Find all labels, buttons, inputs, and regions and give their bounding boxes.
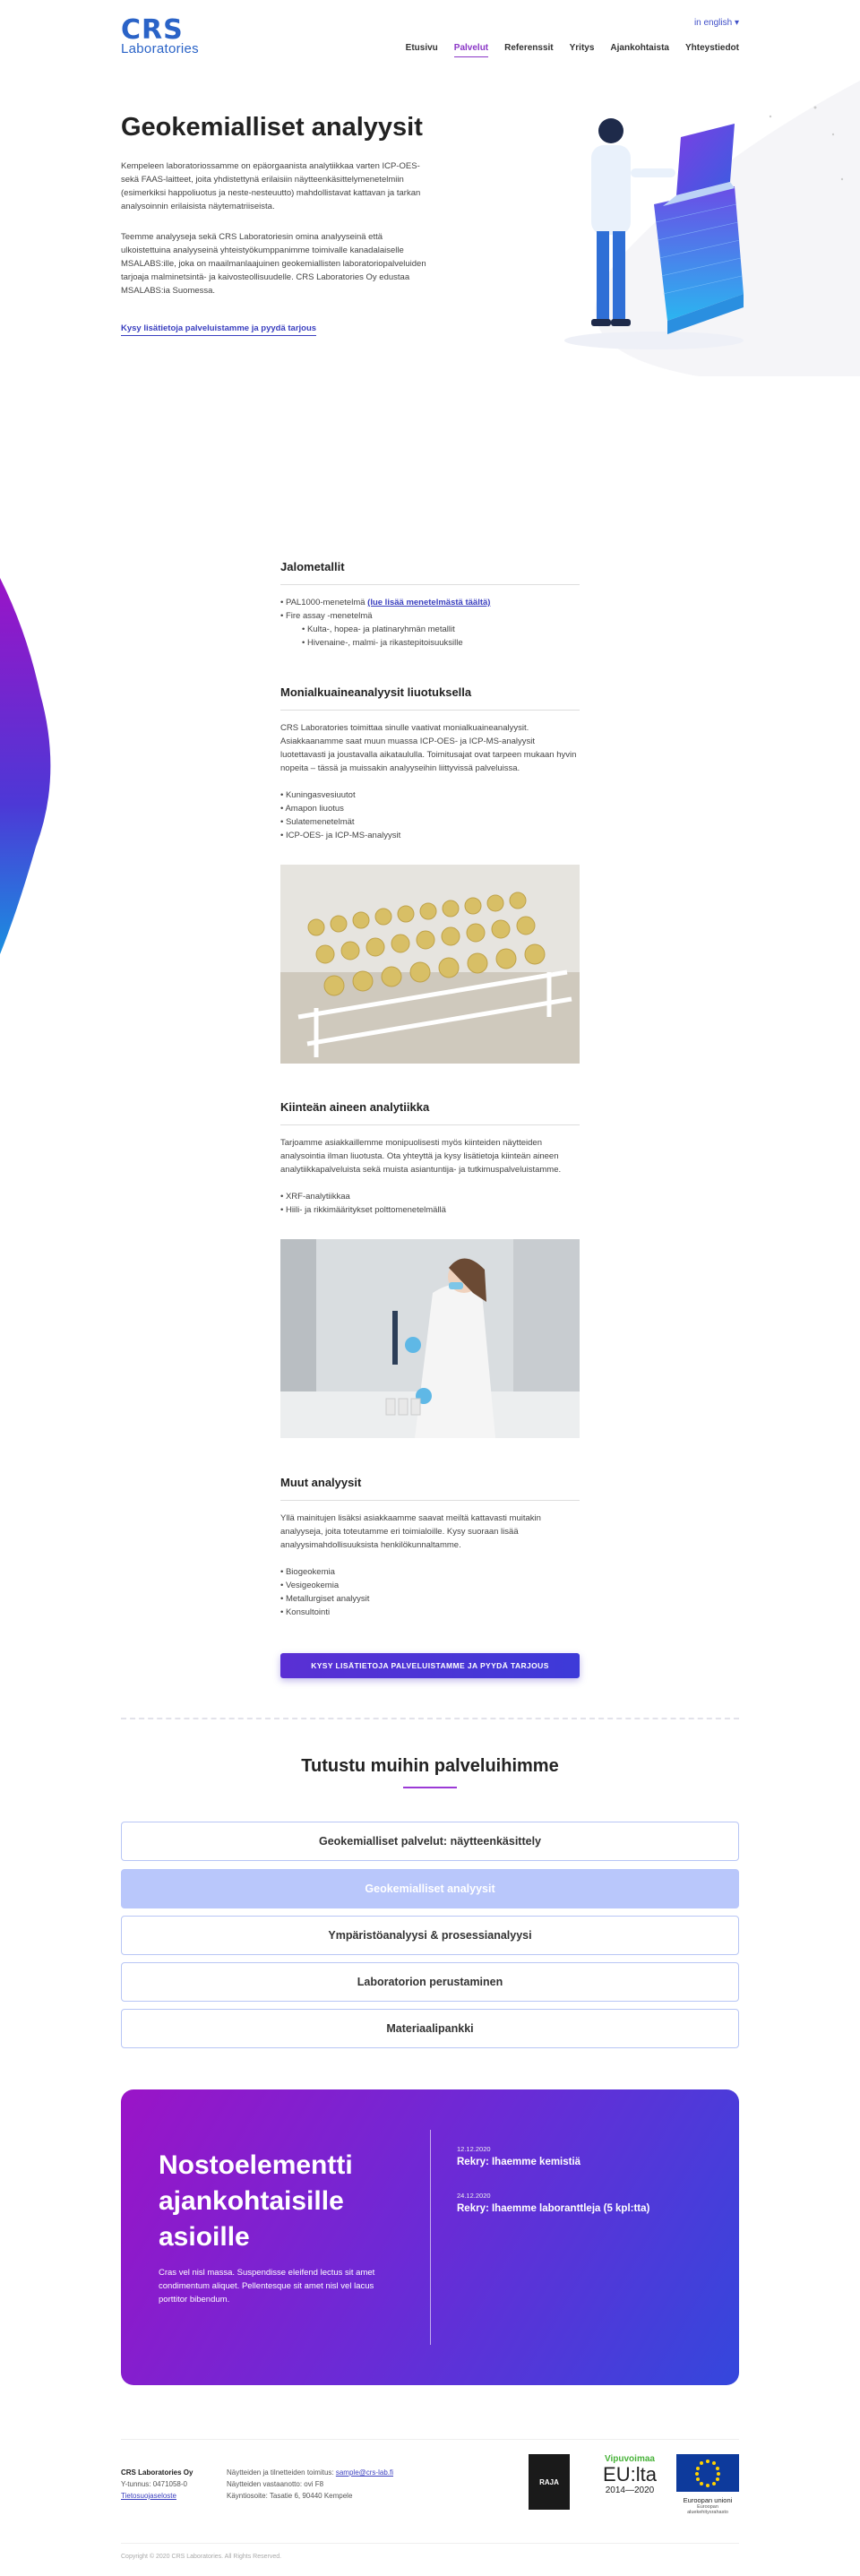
list-item: • XRF-analytiikkaa xyxy=(280,1192,350,1202)
news-item[interactable]: 12.12.2020 Rekry: Ihaemme kemistiä xyxy=(457,2145,580,2167)
decorative-side-blob xyxy=(0,578,51,954)
samples-label: Näytteiden ja tilnetteiden toimitus: xyxy=(227,2468,334,2477)
scientist-illustration xyxy=(564,118,744,349)
eu-flag-icon xyxy=(676,2454,739,2492)
badge-sub: Euroopan aluekehitysrahasto xyxy=(687,2504,728,2515)
site-logo[interactable]: CRS Laboratories xyxy=(121,14,215,56)
footer-company: CRS Laboratories Oy Y-tunnus: 0471058-0 … xyxy=(121,2467,193,2502)
section-title: Jalometallit xyxy=(280,560,580,585)
badge-mid: EU:lta xyxy=(603,2463,657,2486)
section-title: Kiinteän aineen analytiikka xyxy=(280,1100,580,1125)
list-item: • Konsultointi xyxy=(280,1607,331,1617)
site-header: CRS Laboratories in english ▾ Etusivu Pa… xyxy=(0,0,860,72)
section-title: Muut analyysit xyxy=(280,1476,580,1501)
badge-text: RAJA xyxy=(539,2477,559,2486)
logo-main: CRS xyxy=(121,14,184,46)
nav-item-yritys[interactable]: Yritys xyxy=(570,43,595,57)
title-underline xyxy=(403,1787,457,1788)
nav-item-etusivu[interactable]: Etusivu xyxy=(406,43,438,57)
news-promo-panel: Nostoelementti ajankohtaisille asioille … xyxy=(121,2089,739,2385)
news-title: Rekry: Ihaemme laboranttleja (5 kpl:tta) xyxy=(457,2203,650,2214)
list-item-text: PAL1000-menetelmä xyxy=(285,598,366,607)
copyright: Copyright © 2020 CRS Laboratories. All R… xyxy=(121,2554,282,2560)
nav-item-palvelut[interactable]: Palvelut xyxy=(453,43,489,57)
eu-flag-logo: Euroopan unioni Euroopan aluekehitysraha… xyxy=(676,2454,739,2515)
samples-door: Näytteiden vastaanotto: ovi F8 xyxy=(227,2480,324,2488)
list-item: • Kuningasvesiuutot xyxy=(280,790,356,800)
email-link[interactable]: sample@crs-lab.fi xyxy=(336,2468,393,2477)
section-title: Monialkuaineanalyysit liuotuksella xyxy=(280,685,580,711)
section-jalometallit: Jalometallit • PAL1000-menetelmä (lue li… xyxy=(280,560,580,650)
list-item: • Hiili- ja rikkimääritykset polttomenet… xyxy=(280,1205,446,1215)
footer-contact: Näytteiden ja tilnetteiden toimitus: sam… xyxy=(227,2467,393,2502)
section-divider xyxy=(121,1718,739,1719)
logo-sub: Laboratories xyxy=(121,41,199,56)
list-item: • Amapon liuotus xyxy=(280,804,344,814)
eu-leverage-logo: Vipuvoimaa EU:lta 2014—2020 xyxy=(594,2454,666,2495)
main-nav: Etusivu Palvelut Referenssit Yritys Ajan… xyxy=(406,43,739,57)
page-title: Geokemialliset analyysit xyxy=(121,113,423,142)
footer-divider xyxy=(121,2543,739,2544)
language-switch[interactable]: in english ▾ xyxy=(694,18,739,28)
service-link-laboratorion-perustaminen[interactable]: Laboratorion perustaminen xyxy=(121,1962,739,2002)
hero-paragraph-1: Kempeleen laboratoriossamme on epäorgaan… xyxy=(121,161,421,211)
news-item[interactable]: 24.12.2020 Rekry: Ihaemme laboranttleja … xyxy=(457,2192,649,2214)
list-item: • PAL1000-menetelmä (lue lisää menetelmä… xyxy=(280,598,491,607)
service-link-geokemialliset-analyysit[interactable]: Geokemialliset analyysit xyxy=(121,1869,739,1908)
news-title: Rekry: Ihaemme kemistiä xyxy=(457,2157,581,2167)
list-item-text: Hivenaine-, malmi- ja rikastepitoisuuksi… xyxy=(306,638,463,648)
service-link-materiaalipankki[interactable]: Materiaalipankki xyxy=(121,2009,739,2048)
badge-title: Euroopan unioni xyxy=(683,2496,733,2504)
list-item-text: Kulta-, hopea- ja platinaryhmän metallit xyxy=(306,625,455,634)
service-link-nayttenkasittely[interactable]: Geokemialliset palvelut: näytteenkäsitte… xyxy=(121,1822,739,1861)
section-list: • XRF-analytiikkaa • Hiili- ja rikkimäär… xyxy=(280,1190,580,1217)
section-list: • Biogeokemia • Vesigeokemia • Metallurg… xyxy=(280,1565,580,1619)
list-item: • Vesigeokemia xyxy=(280,1581,340,1590)
section-list: • PAL1000-menetelmä (lue lisää menetelmä… xyxy=(280,596,580,650)
request-quote-button[interactable]: KYSY LISÄTIETOJA PALVELUISTAMME JA PYYDÄ… xyxy=(280,1653,580,1678)
test-tubes-photo xyxy=(280,865,580,1064)
service-link-ymparistoanalyysi[interactable]: Ympäristöanalyysi & prosessianalyysi xyxy=(121,1916,739,1955)
section-monialkuaineanalyysit: Monialkuaineanalyysit liuotuksella CRS L… xyxy=(280,685,580,842)
list-item-text: Fire assay -menetelmä xyxy=(285,611,373,621)
list-item: • Metallurgiset analyysit xyxy=(280,1594,370,1604)
badge-bot: 2014—2020 xyxy=(605,2486,655,2495)
hero-contact-link[interactable]: Kysy lisätietoja palveluistamme ja pyydä… xyxy=(121,323,317,336)
business-id: Y-tunnus: 0471058-0 xyxy=(121,2480,187,2488)
nav-item-yhteystiedot[interactable]: Yhteystiedot xyxy=(685,43,739,57)
visit-address: Käyntiosoite: Tasatie 6, 90440 Kempele xyxy=(227,2492,353,2500)
news-date: 12.12.2020 xyxy=(457,2145,491,2153)
section-list: • Kuningasvesiuutot • Amapon liuotus • S… xyxy=(280,788,580,842)
nav-item-ajankohtaista[interactable]: Ajankohtaista xyxy=(610,43,669,57)
section-muut-analyysit: Muut analyysit Yllä mainitujen lisäksi a… xyxy=(280,1476,580,1619)
list-item: • Sulatemenetelmät xyxy=(280,817,355,827)
method-info-link[interactable]: (lue lisää menetelmästä täältä) xyxy=(367,598,490,607)
site-footer: CRS Laboratories Oy Y-tunnus: 0471058-0 … xyxy=(121,2439,739,2546)
promo-text: Cras vel nisl massa. Suspendisse eleifen… xyxy=(159,2268,375,2305)
section-text: Yllä mainitujen lisäksi asiakkaamme saav… xyxy=(280,1513,541,1550)
news-date: 24.12.2020 xyxy=(457,2192,491,2200)
list-item: • Fire assay -menetelmä xyxy=(280,611,373,621)
list-item: • Kulta-, hopea- ja platinaryhmän metall… xyxy=(302,625,455,634)
company-name: CRS Laboratories Oy xyxy=(121,2468,194,2477)
promo-title: Nostoelementti ajankohtaisille asioille xyxy=(159,2150,353,2252)
list-item: • Biogeokemia xyxy=(280,1567,335,1577)
promo-divider xyxy=(430,2130,431,2345)
privacy-link[interactable]: Tietosuojaseloste xyxy=(121,2492,176,2500)
section-kiintean-aineen-analytiikka: Kiinteän aineen analytiikka Tarjoamme as… xyxy=(280,1100,580,1217)
list-item: • ICP-OES- ja ICP-MS-analyysit xyxy=(280,831,401,840)
nav-item-referenssit[interactable]: Referenssit xyxy=(504,43,553,57)
section-text: CRS Laboratories toimittaa sinulle vaati… xyxy=(280,723,577,773)
section-text: Tarjoamme asiakkaillemme monipuolisesti … xyxy=(280,1138,562,1175)
lab-worker-photo xyxy=(280,1239,580,1438)
hero-paragraph-2: Teemme analyyseja sekä CRS Laboratoriesi… xyxy=(121,232,426,296)
raja-badge: RAJA xyxy=(529,2454,570,2510)
list-item: • Hivenaine-, malmi- ja rikastepitoisuuk… xyxy=(302,638,463,648)
other-services-title: Tutustu muihin palveluihimme xyxy=(301,1756,559,1776)
